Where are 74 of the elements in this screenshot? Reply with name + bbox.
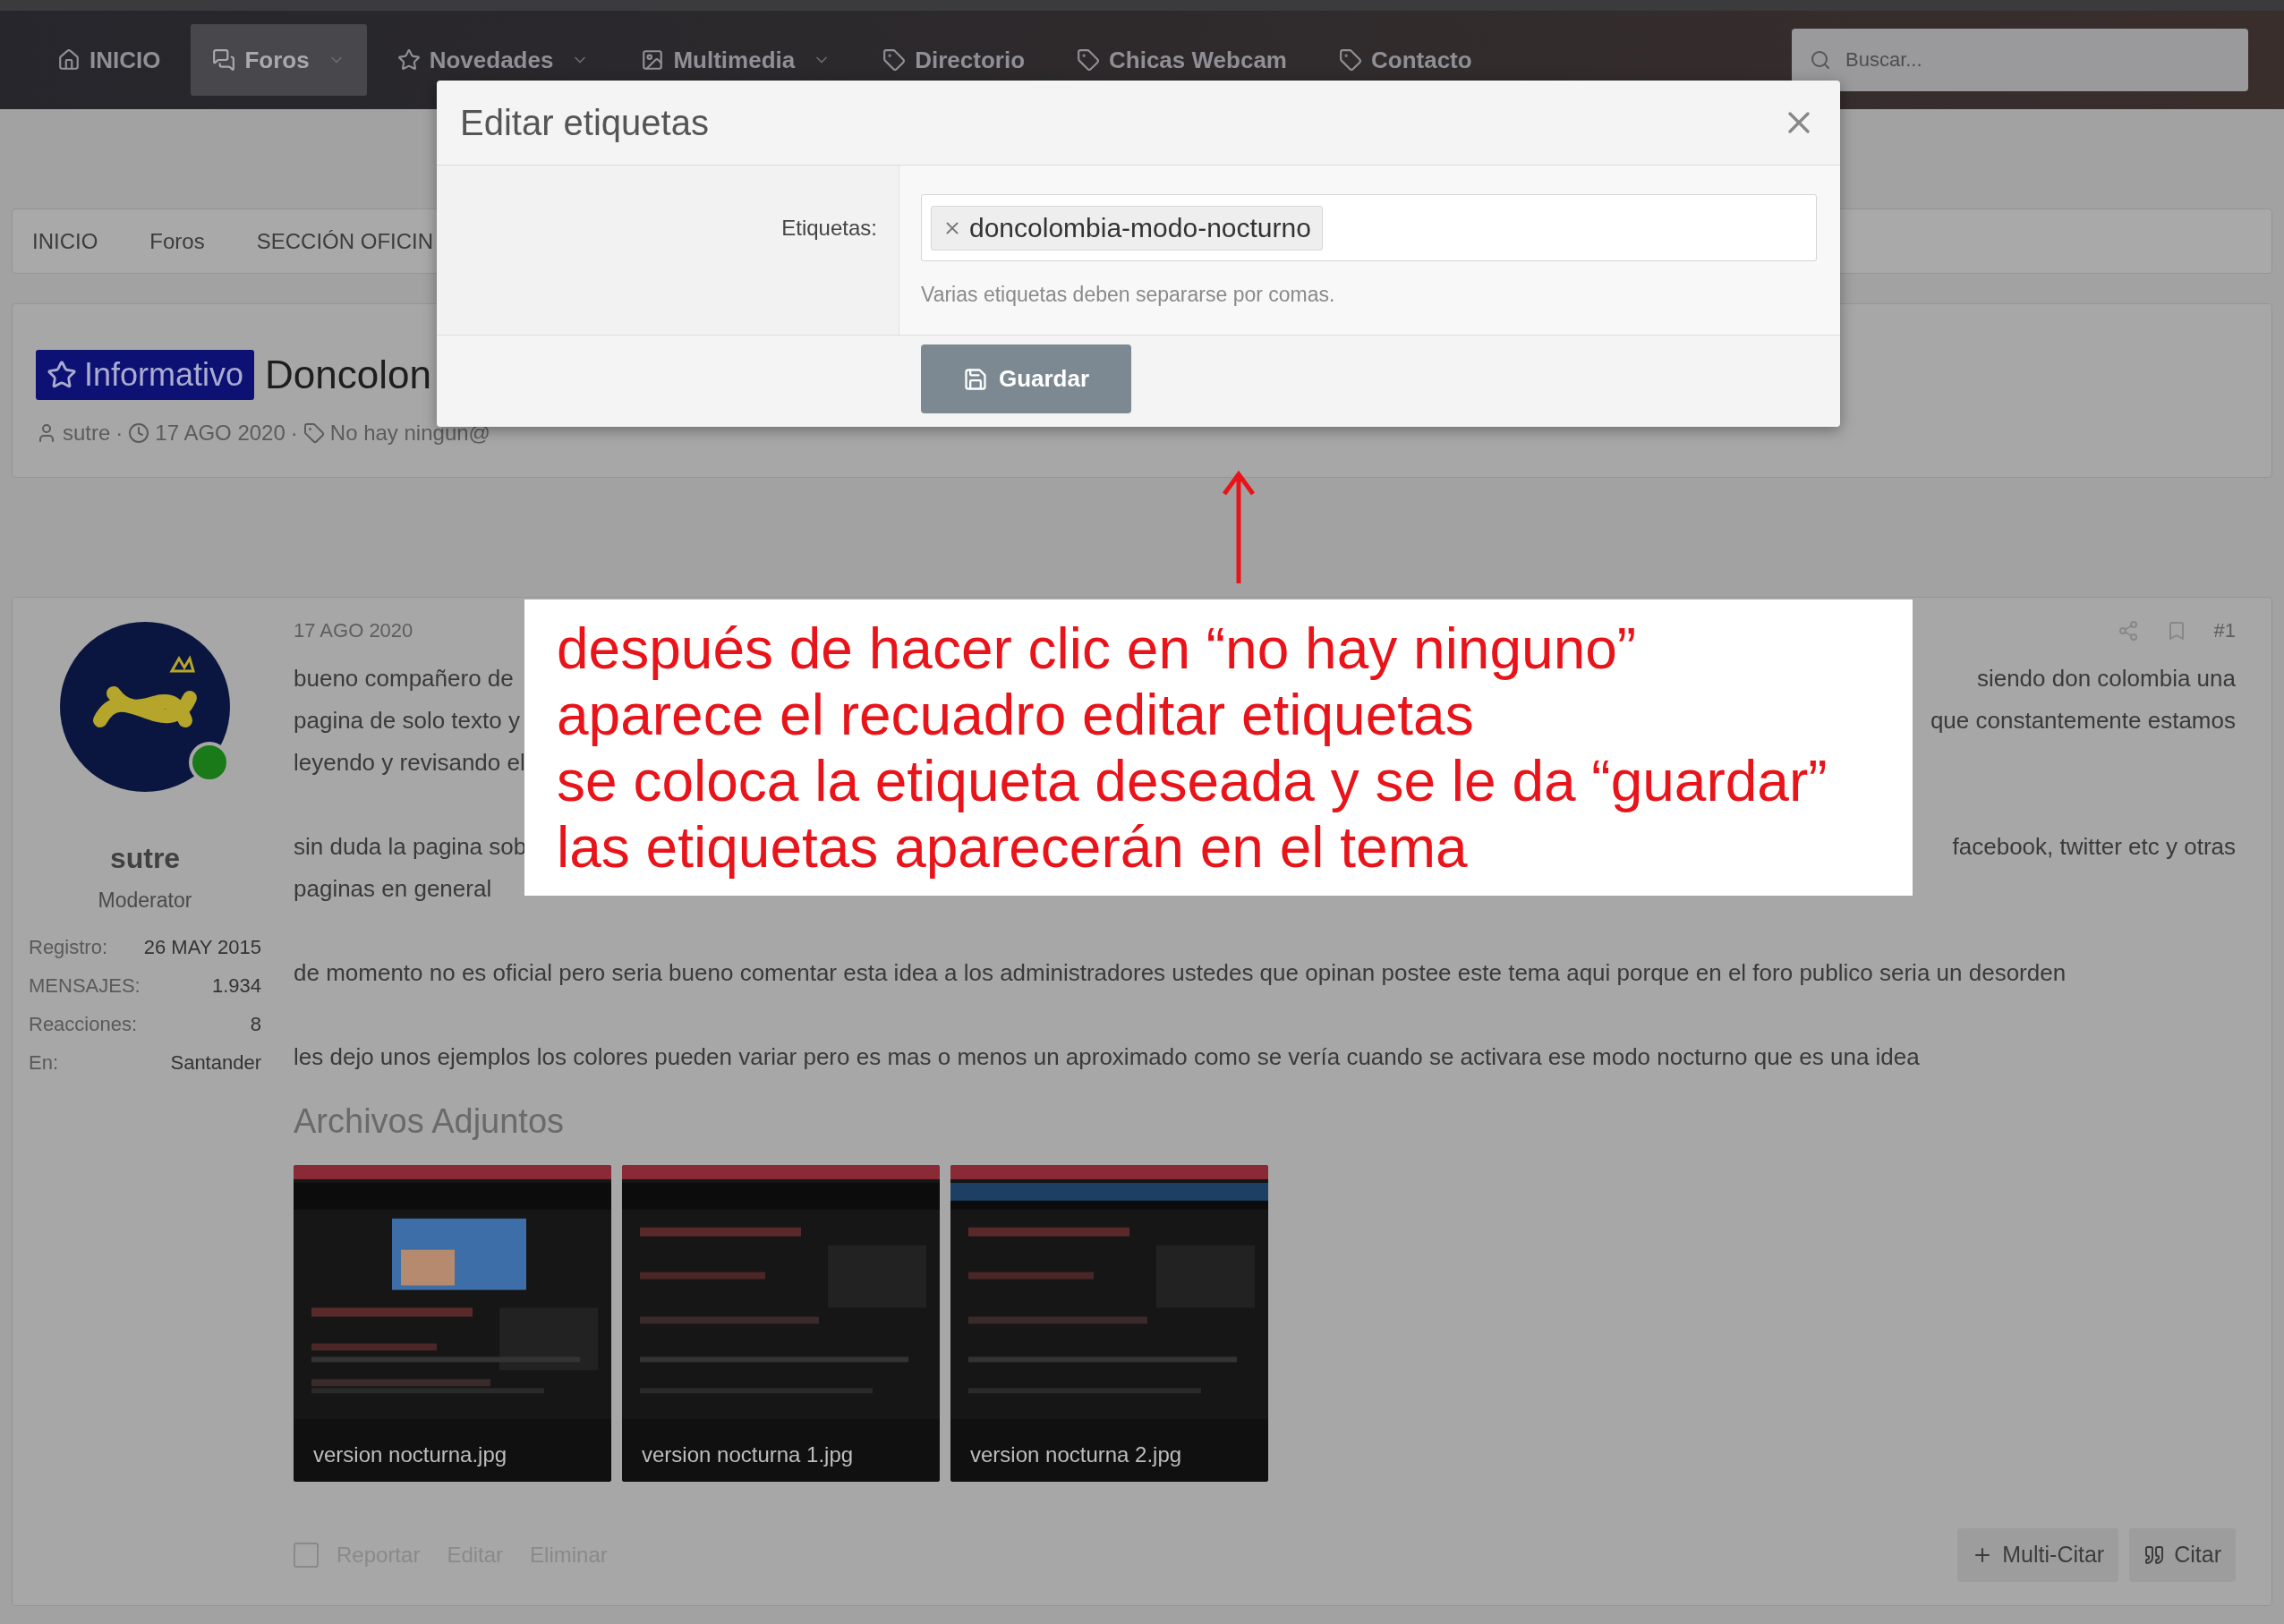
nav-tab[interactable]: Multimedia bbox=[619, 24, 853, 96]
stat-value: 8 bbox=[250, 1011, 261, 1037]
nav-tab[interactable]: Foros bbox=[191, 24, 367, 96]
star-icon bbox=[396, 48, 421, 72]
post-text: pagina de solo texto y bbox=[294, 706, 520, 735]
clock-icon bbox=[128, 422, 150, 444]
post-text: siendo don colombia una bbox=[1976, 664, 2236, 693]
breadcrumb-link[interactable]: INICIO bbox=[32, 225, 98, 258]
quote-icon bbox=[2143, 1544, 2166, 1566]
tags-link[interactable]: No hay ningun@ bbox=[329, 417, 490, 449]
stat-value: 1.934 bbox=[211, 973, 261, 999]
prefix-label: Informativo bbox=[36, 350, 255, 400]
home-icon bbox=[57, 48, 81, 72]
attachment-name: version nocturna.jpg bbox=[313, 1441, 507, 1468]
tag-icon bbox=[303, 422, 325, 444]
post-text: les dejo unos ejemplos los colores pueden variar pero es mas o menos un aproximado como se vería cuando se activara ese modo nocturno que es una idea bbox=[294, 1042, 1920, 1072]
image-icon bbox=[641, 48, 665, 72]
post-text: facebook, twitter etc y otras bbox=[1952, 832, 2236, 862]
user-role: Moderator bbox=[98, 888, 192, 914]
tags-input[interactable]: doncolombia-modo-nocturno bbox=[921, 194, 1817, 261]
attachments-heading: Archivos Adjuntos bbox=[294, 1101, 566, 1142]
post-text: leyendo y revisando el bbox=[294, 748, 525, 778]
separator: · bbox=[115, 420, 124, 446]
post-text: de momento no es oficial pero seria bueno comentar esta idea a los administradores ustedes que opinan postee este tema aqui porque en el foro publico seria un desorden bbox=[294, 958, 2067, 988]
attachment-name: version nocturna 2.jpg bbox=[970, 1441, 1182, 1468]
attachment-name: version nocturna 1.jpg bbox=[642, 1441, 854, 1468]
search-field[interactable]: Buscar... bbox=[1792, 29, 2248, 91]
tag-chip[interactable]: doncolombia-modo-nocturno bbox=[931, 205, 1323, 251]
thread-title: Doncolon bbox=[265, 352, 431, 398]
star-icon bbox=[47, 360, 77, 390]
tag-icon bbox=[1077, 48, 1101, 72]
attachment-thumbnail[interactable]: version nocturna 2.jpg bbox=[950, 1165, 1268, 1482]
nav-tab[interactable]: Contacto bbox=[1317, 24, 1494, 96]
tag-icon bbox=[1338, 48, 1362, 72]
stat-label: Reacciones: bbox=[29, 1011, 138, 1037]
post-text: paginas en general bbox=[294, 874, 492, 904]
breadcrumb-link[interactable]: SECCIÓN OFICIN bbox=[256, 225, 434, 258]
quote-button[interactable]: Citar bbox=[2129, 1528, 2236, 1582]
stat-label: Registro: bbox=[29, 934, 108, 960]
stat-value: 26 MAY 2015 bbox=[143, 934, 261, 960]
field-hint: Varias etiquetas deben separarse por comas. bbox=[921, 282, 1336, 308]
username: sutre bbox=[109, 841, 181, 876]
stat-label: MENSAJES: bbox=[29, 973, 141, 999]
tag-icon bbox=[882, 48, 907, 72]
author-name: sutre bbox=[63, 420, 111, 446]
save-icon bbox=[962, 366, 988, 392]
annotation-text: se coloca la etiqueta deseada y se le da “guardar” bbox=[557, 748, 1828, 814]
nav-tab[interactable]: INICIO bbox=[36, 24, 183, 96]
nav-tab[interactable]: Novedades bbox=[375, 24, 611, 96]
breadcrumb-link[interactable]: Foros bbox=[149, 225, 205, 258]
share-icon[interactable] bbox=[2117, 619, 2139, 642]
post-number[interactable]: #1 bbox=[2213, 616, 2236, 645]
thread-date: 17 AGO 2020 bbox=[155, 420, 286, 446]
save-button[interactable]: Guardar bbox=[921, 344, 1131, 413]
post-text: que constantemente estamos bbox=[1930, 706, 2236, 735]
stat-label: En: bbox=[29, 1050, 59, 1076]
checkbox[interactable] bbox=[294, 1543, 319, 1568]
annotation-text: las etiquetas aparecerán en el tema bbox=[557, 814, 1469, 880]
nav-tab[interactable]: Chicas Webcam bbox=[1055, 24, 1308, 96]
annotation-text: aparece el recuadro editar etiquetas bbox=[557, 682, 1475, 748]
annotation-text: después de hacer clic en “no hay ninguno” bbox=[557, 616, 1638, 682]
chat-icon bbox=[212, 48, 236, 72]
stat-value: Santander bbox=[170, 1050, 261, 1076]
field-label: Etiquetas: bbox=[781, 215, 877, 242]
quote-button[interactable]: Multi-Citar bbox=[1957, 1528, 2119, 1582]
post-text: bueno compañero de bbox=[294, 664, 514, 693]
post-date: 17 AGO 2020 bbox=[294, 618, 413, 643]
attachment-thumbnail[interactable]: version nocturna.jpg bbox=[294, 1165, 611, 1482]
separator: · bbox=[290, 420, 298, 446]
attachment-thumbnail[interactable]: version nocturna 1.jpg bbox=[622, 1165, 940, 1482]
nav-tab[interactable]: Directorio bbox=[861, 24, 1047, 96]
search-icon bbox=[1810, 49, 1831, 71]
dialog-title: Editar etiquetas bbox=[460, 102, 709, 144]
post-text: sin duda la pagina sob bbox=[294, 832, 527, 862]
